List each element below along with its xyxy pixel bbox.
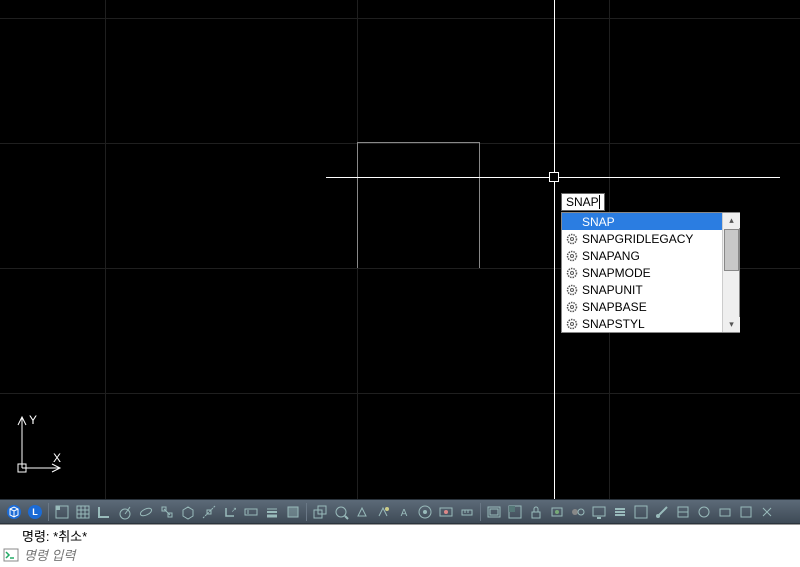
- command-prompt-icon[interactable]: [2, 547, 20, 563]
- isoplane-button[interactable]: [136, 502, 156, 522]
- autocomplete-item[interactable]: SNAP: [562, 213, 722, 230]
- gear-icon: [566, 301, 578, 313]
- viewport-lock-button[interactable]: [526, 502, 546, 522]
- isolate-objects-button[interactable]: [568, 502, 588, 522]
- ducs-button[interactable]: ↗: [220, 502, 240, 522]
- scroll-down-arrow[interactable]: ▾: [723, 317, 740, 332]
- drawn-rectangle[interactable]: [357, 142, 480, 268]
- gear-icon: [566, 284, 578, 296]
- 3d-osnap-button[interactable]: [178, 502, 198, 522]
- autocomplete-item[interactable]: SNAPGRIDLEGACY: [562, 230, 722, 247]
- model-space-button[interactable]: [4, 502, 24, 522]
- extra-tool-2[interactable]: [673, 502, 693, 522]
- grid-line: [105, 0, 106, 499]
- scrollbar-thumb[interactable]: [724, 229, 739, 271]
- snap-mode-button[interactable]: [52, 502, 72, 522]
- autocomplete-scrollbar[interactable]: ▴ ▾: [722, 213, 739, 332]
- lineweight-button[interactable]: [262, 502, 282, 522]
- autocomplete-item-label: SNAPANG: [582, 249, 640, 263]
- gear-icon: [566, 267, 578, 279]
- autocomplete-item-label: SNAPMODE: [582, 266, 651, 280]
- transparency-button[interactable]: [283, 502, 303, 522]
- command-line-panel: 명령: *취소*: [0, 524, 800, 567]
- svg-text:A: A: [401, 508, 408, 519]
- extra-tool-4[interactable]: [715, 502, 735, 522]
- clean-screen-button[interactable]: [589, 502, 609, 522]
- annotation-visibility-button[interactable]: [373, 502, 393, 522]
- dyn-input-button[interactable]: [241, 502, 261, 522]
- separator: [306, 503, 307, 521]
- separator: [480, 503, 481, 521]
- annotation-scale-button[interactable]: [352, 502, 372, 522]
- dynamic-input-value: SNAP: [566, 195, 599, 209]
- grid-display-button[interactable]: L: [25, 502, 45, 522]
- hardware-accel-button[interactable]: [547, 502, 567, 522]
- extra-tool-6[interactable]: [757, 502, 777, 522]
- command-input-row: [0, 544, 800, 566]
- gear-icon: [566, 318, 578, 330]
- extra-tool-1[interactable]: [652, 502, 672, 522]
- gear-icon: [566, 250, 578, 262]
- autocomplete-item[interactable]: SNAPMODE: [562, 264, 722, 281]
- ucs-icon: Y X: [17, 408, 67, 478]
- units-button[interactable]: [457, 502, 477, 522]
- annotation-monitor-button[interactable]: [436, 502, 456, 522]
- status-toolbar: L ↗ A: [0, 499, 800, 524]
- grid-line: [0, 393, 800, 394]
- svg-text:L: L: [32, 507, 38, 517]
- grid-line: [0, 18, 800, 19]
- autocomplete-item-label: SNAPGRIDLEGACY: [582, 232, 693, 246]
- osnap-button[interactable]: [157, 502, 177, 522]
- autocomplete-item[interactable]: SNAPBASE: [562, 298, 722, 315]
- selection-cycling-button[interactable]: [310, 502, 330, 522]
- layout-tab-button[interactable]: [484, 502, 504, 522]
- autocomplete-dropdown[interactable]: SNAP SNAPGRIDLEGACY SNAPANG SNAPMODE SNA…: [561, 212, 740, 333]
- workspace-switch-button[interactable]: [415, 502, 435, 522]
- extra-tool-5[interactable]: [736, 502, 756, 522]
- dynamic-input[interactable]: SNAP: [561, 193, 605, 211]
- separator: [48, 503, 49, 521]
- autocomplete-item-label: SNAPSTYL: [582, 317, 645, 331]
- scroll-up-arrow[interactable]: ▴: [723, 213, 740, 228]
- toolbar-overflow-button[interactable]: [631, 502, 651, 522]
- auto-scale-button[interactable]: A: [394, 502, 414, 522]
- autocomplete-item-label: SNAPUNIT: [582, 283, 643, 297]
- autocomplete-item[interactable]: SNAPUNIT: [562, 281, 722, 298]
- gear-icon: [566, 233, 578, 245]
- crosshair-vertical: [554, 0, 555, 499]
- ortho-mode-button[interactable]: [94, 502, 114, 522]
- quick-properties-button[interactable]: [331, 502, 351, 522]
- ucs-y-label: Y: [29, 413, 37, 427]
- otrack-button[interactable]: [199, 502, 219, 522]
- crosshair-pickbox: [549, 172, 559, 182]
- grid-mode-button[interactable]: [73, 502, 93, 522]
- ucs-x-label: X: [53, 451, 61, 465]
- drawing-canvas[interactable]: Y X SNAP SNAP SNAPGRIDLEGACY SNAPANG SNA…: [0, 0, 800, 499]
- customization-button[interactable]: [610, 502, 630, 522]
- autocomplete-item[interactable]: SNAPANG: [562, 247, 722, 264]
- autocomplete-item[interactable]: SNAPSTYL: [562, 315, 722, 332]
- svg-text:↗: ↗: [231, 507, 237, 514]
- command-input[interactable]: [22, 547, 800, 564]
- autocomplete-list: SNAP SNAPGRIDLEGACY SNAPANG SNAPMODE SNA…: [562, 213, 722, 332]
- autocomplete-item-label: SNAP: [582, 215, 615, 229]
- polar-tracking-button[interactable]: [115, 502, 135, 522]
- extra-tool-3[interactable]: [694, 502, 714, 522]
- viewport-max-button[interactable]: [505, 502, 525, 522]
- autocomplete-item-label: SNAPBASE: [582, 300, 647, 314]
- command-history: 명령: *취소*: [0, 525, 800, 544]
